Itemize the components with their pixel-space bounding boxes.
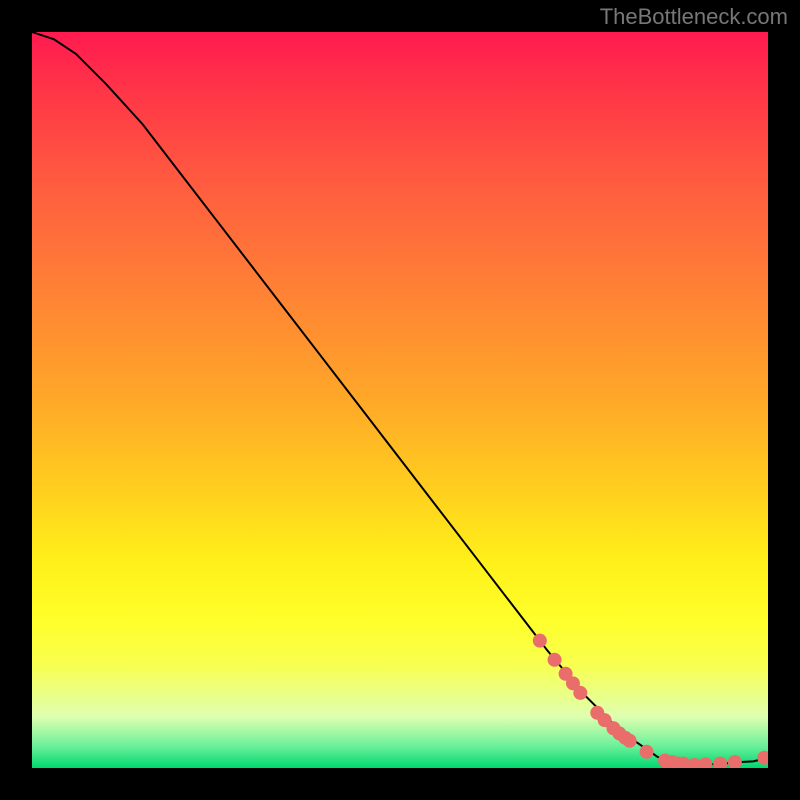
chart-overlay-svg <box>32 32 768 768</box>
chart-markers <box>533 634 768 768</box>
chart-marker <box>533 634 547 648</box>
chart-marker <box>728 755 742 768</box>
chart-marker <box>623 734 637 748</box>
chart-marker <box>757 751 768 765</box>
chart-marker <box>548 653 562 667</box>
chart-marker <box>713 757 727 768</box>
chart-marker <box>640 745 654 759</box>
chart-plot-area <box>32 32 768 768</box>
chart-marker <box>573 686 587 700</box>
chart-curve <box>32 32 768 765</box>
watermark-text: TheBottleneck.com <box>600 4 788 30</box>
chart-marker <box>698 757 712 768</box>
